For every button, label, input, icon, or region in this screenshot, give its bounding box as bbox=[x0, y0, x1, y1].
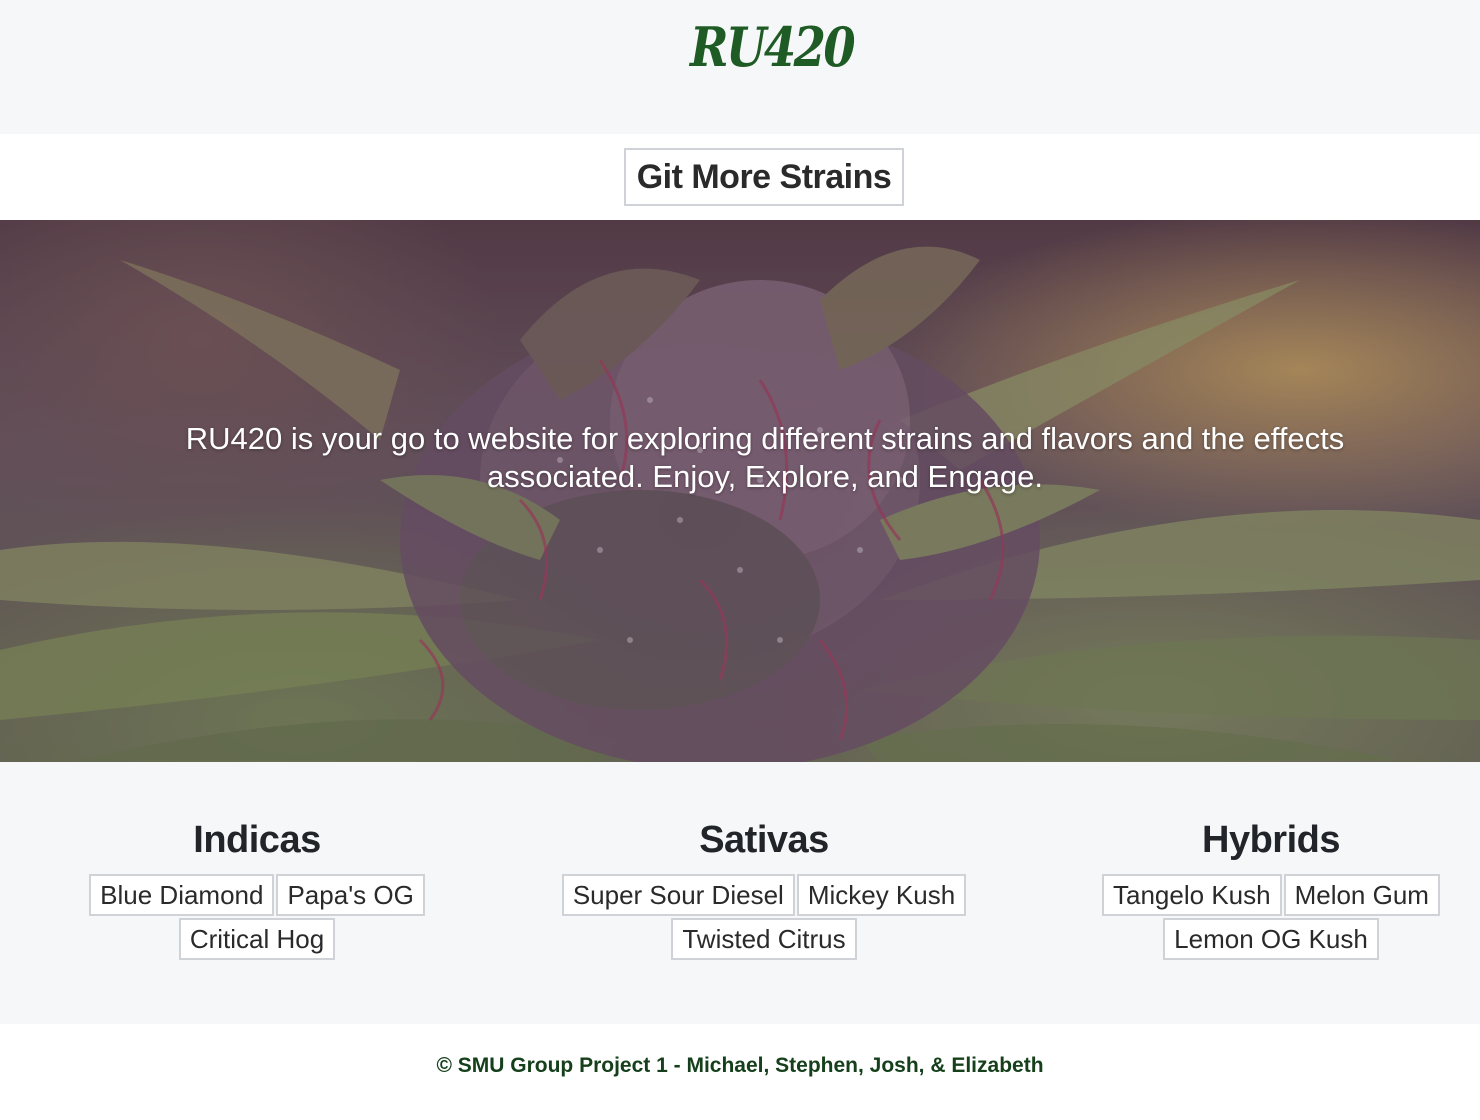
strain-button-lemon-og-kush[interactable]: Lemon OG Kush bbox=[1163, 918, 1379, 960]
strain-categories: Indicas Blue Diamond Papa's OG Critical … bbox=[0, 762, 1480, 1024]
strain-button-mickey-kush[interactable]: Mickey Kush bbox=[796, 874, 967, 916]
strain-button-blue-diamond[interactable]: Blue Diamond bbox=[89, 874, 275, 916]
strain-button-tangelo-kush[interactable]: Tangelo Kush bbox=[1102, 874, 1282, 916]
strain-button-melon-gum[interactable]: Melon Gum bbox=[1283, 874, 1440, 916]
strain-button-critical-hog[interactable]: Critical Hog bbox=[178, 918, 336, 960]
sativas-column: Sativas Super Sour Diesel Mickey Kush Tw… bbox=[561, 816, 967, 960]
hybrids-column: Hybrids Tangelo Kush Melon Gum Lemon OG … bbox=[1071, 816, 1471, 960]
action-bar: Git More Strains bbox=[0, 134, 1480, 220]
strain-row: Super Sour Diesel Mickey Kush bbox=[561, 874, 967, 916]
site-header: RU420 bbox=[0, 0, 1480, 134]
indicas-heading: Indicas bbox=[193, 819, 321, 861]
strain-row: Tangelo Kush Melon Gum bbox=[1071, 874, 1471, 916]
strain-button-papas-og[interactable]: Papa's OG bbox=[276, 874, 425, 916]
strain-row: Lemon OG Kush bbox=[1071, 918, 1471, 960]
strain-button-twisted-citrus[interactable]: Twisted Citrus bbox=[671, 918, 857, 960]
hero-banner: RU420 is your go to website for explorin… bbox=[0, 220, 1480, 762]
strain-row: Twisted Citrus bbox=[564, 918, 964, 960]
strain-row: Blue Diamond Papa's OG bbox=[57, 874, 457, 916]
footer-credits: © SMU Group Project 1 - Michael, Stephen… bbox=[436, 1054, 1044, 1077]
logo-text: RU420 bbox=[690, 15, 856, 79]
hero-tagline: RU420 is your go to website for explorin… bbox=[185, 421, 1345, 494]
strain-row: Critical Hog bbox=[57, 918, 457, 960]
git-more-strains-button[interactable]: Git More Strains bbox=[624, 148, 904, 206]
hybrids-heading: Hybrids bbox=[1202, 819, 1340, 861]
strain-button-super-sour-diesel[interactable]: Super Sour Diesel bbox=[561, 874, 795, 916]
site-footer: © SMU Group Project 1 - Michael, Stephen… bbox=[0, 1024, 1480, 1120]
indicas-column: Indicas Blue Diamond Papa's OG Critical … bbox=[57, 816, 457, 960]
sativas-heading: Sativas bbox=[699, 819, 829, 861]
site-logo[interactable]: RU420 bbox=[690, 14, 856, 104]
